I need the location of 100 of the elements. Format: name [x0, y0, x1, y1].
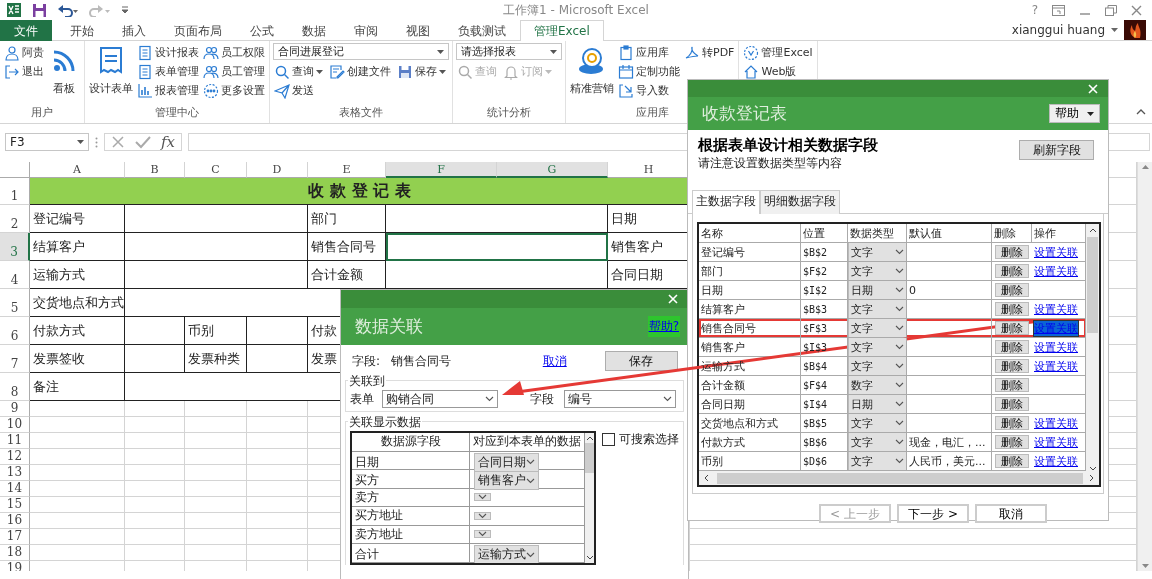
user-name[interactable]: xianggui huang [1011, 23, 1105, 37]
target-select[interactable]: 合同日期 [474, 452, 539, 472]
row-header[interactable]: 15 [0, 497, 30, 513]
target-select[interactable] [474, 511, 491, 520]
ribbon-tab[interactable]: 插入 [108, 20, 160, 41]
row-header[interactable]: 16 [0, 513, 30, 529]
dialog-button[interactable]: 下一步 > [897, 504, 969, 523]
tab[interactable]: 明细数据字段 [760, 190, 840, 214]
type-select[interactable]: 文字 [848, 319, 907, 337]
delete-button[interactable]: 删除 [995, 397, 1029, 411]
delete-button[interactable]: 删除 [995, 283, 1029, 297]
delete-button[interactable]: 删除 [995, 321, 1029, 335]
spreadsheet-icon[interactable] [6, 2, 22, 18]
ribbon-tab[interactable]: 公式 [236, 20, 288, 41]
delete-button[interactable]: 删除 [995, 435, 1029, 449]
column-header[interactable]: G [497, 162, 608, 178]
type-select[interactable]: 日期 [848, 281, 907, 299]
link[interactable]: 设置关联 [1034, 453, 1078, 469]
table-row[interactable]: 日期 $I$2 日期 0 删除 [699, 281, 1086, 300]
row-header[interactable]: 10 [0, 417, 30, 433]
scroll-down-icon[interactable] [586, 555, 594, 560]
field-select[interactable]: 编号 [564, 390, 676, 408]
close-icon[interactable] [1131, 4, 1142, 16]
target-select[interactable]: 销售客户 [474, 471, 539, 490]
ribbon-button[interactable]: 退出 [3, 62, 45, 81]
scrollbar-thumb[interactable] [1087, 237, 1098, 333]
delete-button[interactable]: 删除 [995, 454, 1029, 468]
ribbon-button[interactable]: 管理Excel [742, 43, 814, 62]
ribbon-tab[interactable]: 开始 [56, 20, 108, 41]
delete-button[interactable]: 删除 [995, 264, 1029, 278]
link[interactable]: 设置关联 [1034, 415, 1078, 431]
table-row[interactable]: 合计金额 $F$4 数字 删除 [699, 376, 1086, 395]
scroll-up-icon[interactable] [586, 436, 594, 441]
form-select[interactable]: 购销合同 [382, 390, 498, 408]
ribbon-tab[interactable]: 页面布局 [160, 20, 236, 41]
column-header[interactable]: A [30, 162, 125, 178]
row-header[interactable]: 11 [0, 433, 30, 449]
select-field[interactable]: 请选择报表 [456, 43, 562, 60]
row-header[interactable]: 18 [0, 545, 30, 561]
link[interactable]: 设置关联 [1034, 434, 1078, 450]
save-icon[interactable] [32, 2, 47, 18]
ribbon-tab[interactable]: 负载测试 [444, 20, 520, 41]
ribbon-button[interactable]: 保存 [396, 62, 447, 81]
ribbon-tab[interactable]: 数据 [288, 20, 340, 41]
table-row[interactable]: 合同日期 $I$4 日期 删除 [699, 395, 1086, 414]
ribbon-button[interactable]: 表单管理 [136, 62, 200, 81]
check-icon[interactable] [135, 135, 151, 149]
type-select[interactable]: 文字 [848, 243, 907, 261]
name-box[interactable]: F3 [5, 133, 89, 151]
save-button[interactable]: 保存 [604, 351, 678, 371]
ribbon-button[interactable]: 转PDF [683, 43, 736, 62]
help-button[interactable]: ? [1031, 3, 1038, 17]
dialog-button[interactable]: 取消 [975, 504, 1047, 523]
delete-button[interactable]: 删除 [995, 416, 1029, 430]
avatar-icon[interactable] [1124, 20, 1146, 40]
link[interactable]: 设置关联 [1034, 301, 1078, 317]
row-header[interactable]: 14 [0, 481, 30, 497]
row-header[interactable]: 8 [0, 373, 30, 401]
delete-button[interactable]: 删除 [995, 302, 1029, 316]
ribbon-button[interactable]: 阿贵 [3, 43, 45, 62]
link[interactable]: 设置关联 [1034, 358, 1078, 374]
undo-icon[interactable] [57, 3, 79, 17]
target-select[interactable] [474, 493, 491, 502]
ribbon-button[interactable]: 查询 [273, 62, 324, 81]
row-header[interactable]: 5 [0, 289, 30, 317]
row-header[interactable]: 3 [0, 233, 30, 261]
cancel-link[interactable]: 取消 [542, 352, 605, 370]
ribbon-button[interactable]: 定制功能 [617, 62, 681, 81]
ribbon-button[interactable]: 创建文件 [328, 62, 392, 81]
ribbon-button[interactable]: 员工管理 [202, 62, 266, 81]
table-row[interactable]: 交货地点和方式 $B$5 文字 删除 设置关联 [699, 414, 1086, 433]
row-header[interactable]: 4 [0, 261, 30, 289]
delete-button[interactable]: 删除 [995, 245, 1029, 259]
row-header[interactable]: 6 [0, 317, 30, 345]
ribbon-button[interactable]: 导入数 [617, 81, 681, 100]
ribbon-button[interactable]: 设计表单 [88, 43, 134, 98]
checkbox[interactable] [602, 433, 615, 446]
table-row[interactable]: 销售合同号 $F$3 文字 删除 设置关联 [699, 319, 1086, 338]
table-row[interactable]: 付款方式 $B$6 文字 现金，电汇，... 删除 设置关联 [699, 433, 1086, 452]
row-header[interactable]: 13 [0, 465, 30, 481]
scrollbar-thumb[interactable] [585, 443, 594, 473]
scroll-left-icon[interactable] [704, 474, 709, 482]
ribbon-button[interactable]: 应用库 [617, 43, 681, 62]
delete-button[interactable]: 删除 [995, 340, 1029, 354]
type-select[interactable]: 文字 [848, 357, 907, 375]
column-header[interactable]: E [308, 162, 386, 178]
type-select[interactable]: 文字 [848, 452, 907, 470]
ribbon-button[interactable]: 员工权限 [202, 43, 266, 62]
insert-function-button[interactable]: fx [161, 134, 175, 150]
target-select[interactable] [474, 530, 491, 539]
ribbon-tab[interactable]: 视图 [392, 20, 444, 41]
row-header[interactable]: 17 [0, 529, 30, 545]
ribbon-tab[interactable]: 审阅 [340, 20, 392, 41]
table-row[interactable]: 销售客户 $I$3 文字 删除 设置关联 [699, 338, 1086, 357]
select-field[interactable]: 合同进展登记 [273, 43, 449, 60]
link[interactable]: 设置关联 [1034, 244, 1078, 260]
column-header[interactable]: B [125, 162, 185, 178]
collapse-icon[interactable] [1136, 109, 1146, 115]
ribbon-tab[interactable]: 文件 [0, 20, 52, 41]
ribbon-button[interactable]: 精准营销 [569, 43, 615, 98]
